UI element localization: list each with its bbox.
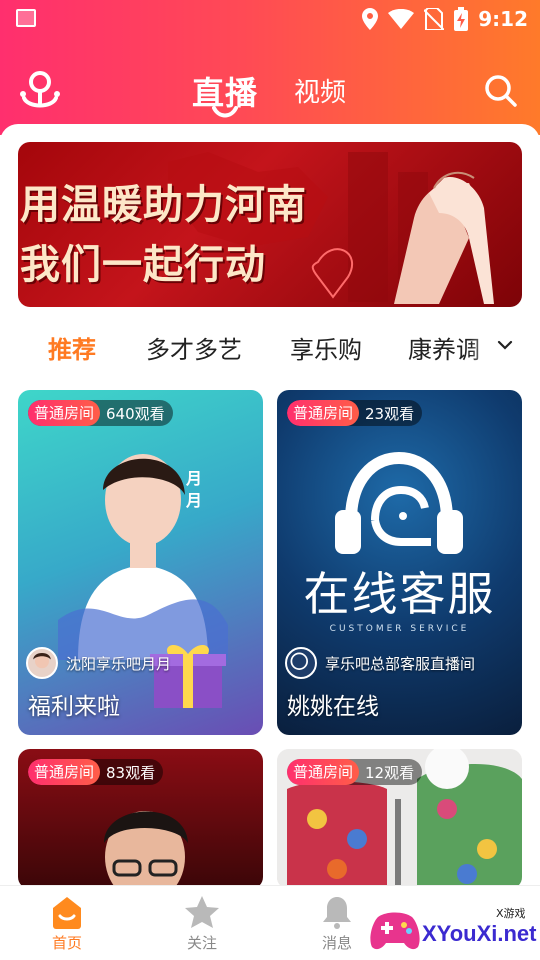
nav-follow[interactable]: 关注 <box>162 894 242 953</box>
no-sim-icon <box>424 8 445 30</box>
headset-icon <box>335 451 463 554</box>
search-icon[interactable] <box>484 74 518 108</box>
nav-label: 首页 <box>51 934 82 952</box>
view-count: 640观看 <box>106 404 165 423</box>
room-type-label: 普通房间 <box>28 400 101 426</box>
banner-line-1: 用温暖助力河南 <box>20 182 307 228</box>
view-count: 83观看 <box>106 763 156 782</box>
nav-label: 消息 <box>321 934 352 952</box>
live-room-card[interactable]: 普通房间 83观看 <box>18 749 263 889</box>
image-notification-icon <box>16 9 36 27</box>
watermark-tag: X游戏 <box>496 907 526 920</box>
site-watermark: XYouXi.net X游戏 <box>370 903 537 957</box>
nav-label: 关注 <box>186 934 217 952</box>
room-badge: 普通房间 12观看 <box>287 759 423 785</box>
host-name: 享乐吧总部客服直播间 <box>325 654 476 673</box>
host-name: 沈阳享乐吧月月 <box>66 654 172 673</box>
host-portrait-illustration <box>104 811 188 889</box>
overlay-text: 在线客服 <box>303 567 496 621</box>
gamepad-logo-icon <box>370 912 420 950</box>
room-type-label: 普通房间 <box>287 759 360 785</box>
room-title: 福利来啦 <box>28 694 120 720</box>
category-tabs: 推荐 多才多艺 享乐购 康养调 <box>0 326 540 370</box>
overlay-text: 月 月 <box>186 468 202 512</box>
host-portrait-illustration <box>58 454 228 660</box>
category-tab-shop[interactable]: 享乐购 <box>290 330 362 365</box>
live-room-card[interactable]: 普通房间 12观看 <box>277 749 522 889</box>
view-count: 12观看 <box>365 763 415 782</box>
avatar <box>26 647 58 679</box>
avatar <box>285 647 317 679</box>
room-badge: 普通房间 23观看 <box>287 400 423 426</box>
tab-video[interactable]: 视频 <box>294 72 346 109</box>
nav-home[interactable]: 首页 <box>27 894 107 953</box>
live-room-card[interactable]: 月 月 普通房间 640观看 沈阳享乐吧月月 福利来啦 <box>18 390 263 735</box>
clock: 9:12 <box>478 7 528 31</box>
status-bar: 9:12 <box>0 0 540 38</box>
wifi-icon <box>388 9 415 29</box>
avatar-face-icon <box>33 652 51 669</box>
host-info: 享乐吧总部客服直播间 <box>285 647 475 679</box>
overlay-subtext: CUSTOMER SERVICE <box>329 624 470 634</box>
clasped-hands-illustration <box>394 171 494 304</box>
room-type-label: 普通房间 <box>287 400 360 426</box>
category-tab-talent[interactable]: 多才多艺 <box>146 330 242 365</box>
star-icon <box>185 896 219 928</box>
bell-icon <box>323 897 351 929</box>
overlay-char: 月 <box>186 491 203 510</box>
host-info: 沈阳享乐吧月月 <box>26 647 171 679</box>
banner-line-2: 我们一起行动 <box>20 242 266 288</box>
active-tab-indicator <box>212 106 238 118</box>
top-tab-bar: 直播 视频 <box>0 66 540 120</box>
nav-messages[interactable]: 消息 <box>297 894 377 953</box>
room-badge: 普通房间 83观看 <box>28 759 164 785</box>
overlay-char: 月 <box>186 469 203 488</box>
location-icon <box>362 8 379 30</box>
category-tab-recommend[interactable]: 推荐 <box>48 330 96 365</box>
watermark-text: XYouXi.net <box>422 921 537 946</box>
avatar-logo-icon <box>290 652 308 670</box>
battery-charging-icon <box>454 7 469 31</box>
app-header: 9:12 直播 视频 <box>0 0 540 135</box>
live-room-card[interactable]: 在线客服 CUSTOMER SERVICE 普通房间 23观看 享乐吧总部客服直… <box>277 390 522 735</box>
promo-banner[interactable]: 用温暖助力河南 我们一起行动 <box>18 142 522 307</box>
room-title: 姚姚在线 <box>287 694 379 720</box>
room-badge: 普通房间 640观看 <box>28 400 173 426</box>
home-icon <box>53 897 81 929</box>
chevron-down-icon[interactable] <box>496 336 514 354</box>
view-count: 23观看 <box>365 404 415 423</box>
room-type-label: 普通房间 <box>28 759 101 785</box>
